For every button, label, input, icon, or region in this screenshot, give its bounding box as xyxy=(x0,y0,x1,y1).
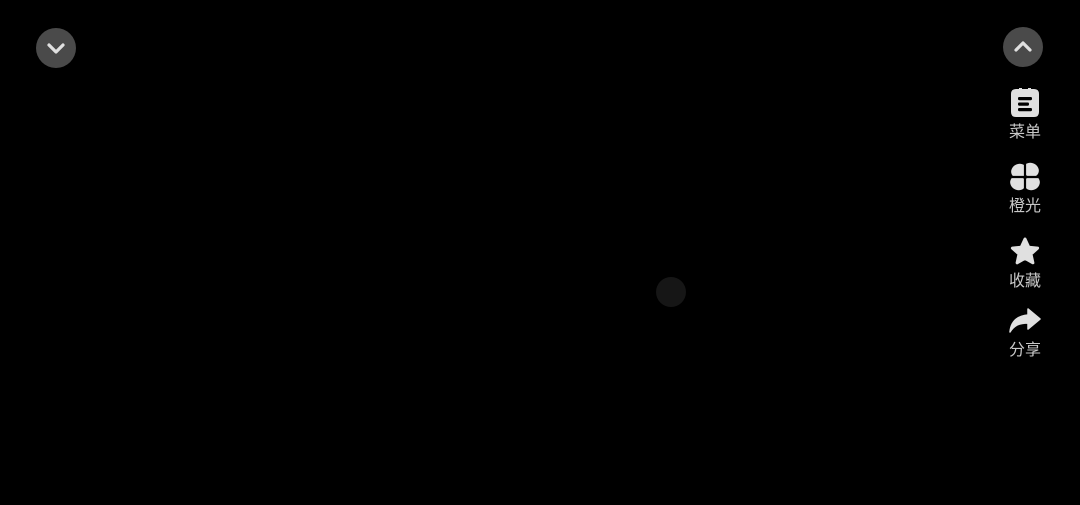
orange-light-icon xyxy=(1008,160,1042,194)
menu-icon xyxy=(1008,86,1042,120)
share-button[interactable]: 分享 xyxy=(994,304,1056,364)
menu-button[interactable]: 菜单 xyxy=(994,86,1056,160)
expand-button[interactable] xyxy=(1003,27,1043,67)
orange-light-label: 橙光 xyxy=(1008,196,1041,215)
chevron-down-icon xyxy=(47,43,65,54)
orange-light-button[interactable]: 橙光 xyxy=(994,160,1056,235)
share-label: 分享 xyxy=(1008,340,1041,359)
loading-indicator xyxy=(656,277,686,307)
side-toolbar: 菜单 橙光 收藏 分享 xyxy=(994,86,1056,364)
star-icon xyxy=(1008,235,1042,269)
menu-label: 菜单 xyxy=(1008,122,1041,141)
chevron-up-icon xyxy=(1014,41,1032,52)
favorite-button[interactable]: 收藏 xyxy=(994,235,1056,304)
share-icon xyxy=(1008,304,1042,338)
collapse-button[interactable] xyxy=(36,28,76,68)
favorite-label: 收藏 xyxy=(1008,271,1041,290)
